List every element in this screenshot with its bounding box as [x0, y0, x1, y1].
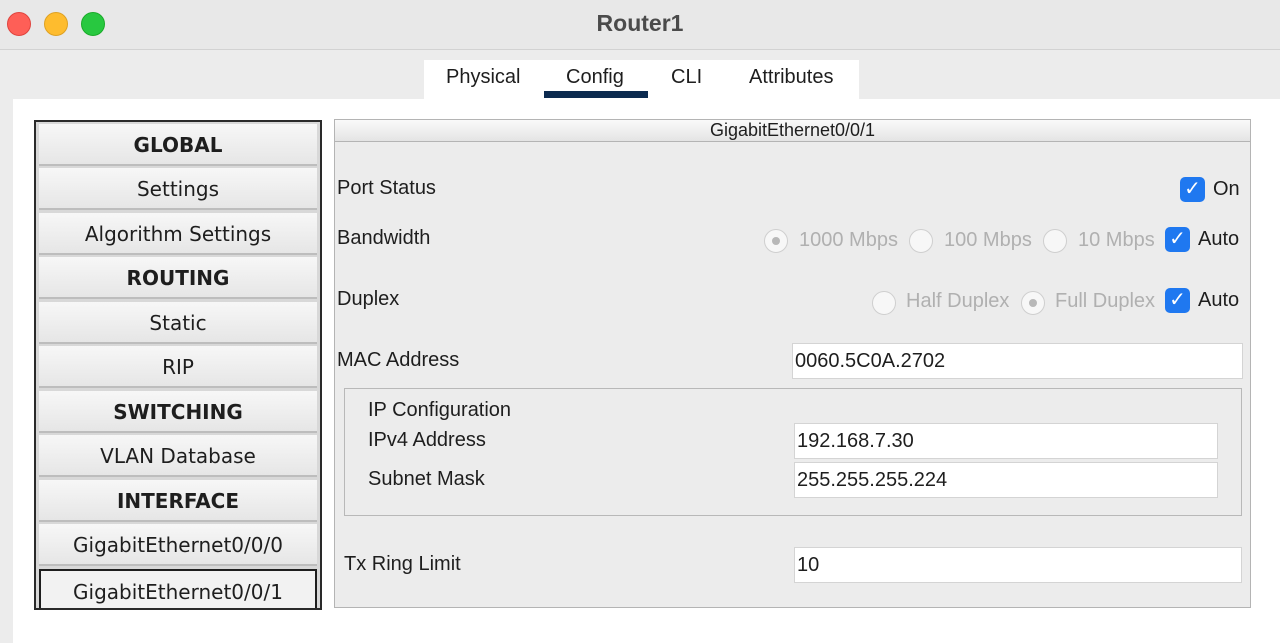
sidebar-item-static[interactable]: Static — [39, 302, 317, 344]
bandwidth-auto-label: Auto — [1198, 228, 1240, 250]
sidebar-item-gigabitethernet-0-0-1[interactable]: GigabitEthernet0/0/1 — [39, 569, 317, 608]
bandwidth-auto-checkbox[interactable]: ✓ — [1165, 227, 1190, 252]
checkmark-icon: ✓ — [1184, 178, 1201, 200]
full-duplex-radio[interactable] — [1021, 291, 1045, 315]
subnet-mask-label: Subnet Mask — [368, 468, 485, 490]
config-sidebar: GLOBAL Settings Algorithm Settings ROUTI… — [34, 120, 322, 610]
window-title: Router1 — [596, 10, 684, 36]
sidebar-header-routing: ROUTING — [39, 257, 317, 299]
bandwidth-100-label: 100 Mbps — [944, 229, 1032, 251]
tx-ring-limit-field[interactable]: 10 — [794, 547, 1242, 583]
sidebar-item-vlan-database[interactable]: VLAN Database — [39, 435, 317, 477]
tab-config[interactable]: Config — [566, 66, 624, 89]
port-status-on-label: On — [1213, 178, 1240, 200]
bandwidth-1000-radio[interactable] — [764, 229, 788, 253]
duplex-label: Duplex — [337, 288, 400, 310]
title-bar: Router1 — [0, 0, 1280, 50]
tx-ring-limit-label: Tx Ring Limit — [344, 553, 461, 575]
duplex-auto-label: Auto — [1198, 289, 1240, 311]
sidebar-header-global: GLOBAL — [39, 124, 317, 166]
sidebar-item-settings[interactable]: Settings — [39, 168, 317, 210]
sidebar-item-gigabitethernet-0-0-0[interactable]: GigabitEthernet0/0/0 — [39, 524, 317, 566]
checkmark-icon: ✓ — [1169, 289, 1186, 311]
active-tab-indicator — [544, 91, 648, 98]
tab-cli[interactable]: CLI — [671, 66, 702, 89]
ipv4-address-field[interactable]: 192.168.7.30 — [794, 423, 1218, 459]
sidebar-item-algorithm-settings[interactable]: Algorithm Settings — [39, 213, 317, 255]
tab-attributes[interactable]: Attributes — [749, 66, 833, 89]
bandwidth-label: Bandwidth — [337, 227, 431, 249]
tab-physical[interactable]: Physical — [446, 66, 520, 89]
bandwidth-10-radio[interactable] — [1043, 229, 1067, 253]
sidebar-item-rip[interactable]: RIP — [39, 346, 317, 388]
ip-configuration-title: IP Configuration — [368, 399, 512, 421]
sidebar-header-interface: INTERFACE — [39, 480, 317, 522]
bandwidth-100-radio[interactable] — [909, 229, 933, 253]
subnet-mask-field[interactable]: 255.255.255.224 — [794, 462, 1218, 498]
port-status-label: Port Status — [337, 177, 436, 199]
panel-title: GigabitEthernet0/0/1 — [335, 120, 1250, 142]
full-duplex-label: Full Duplex — [1055, 290, 1156, 312]
bandwidth-1000-label: 1000 Mbps — [799, 229, 898, 251]
mac-address-field[interactable]: 0060.5C0A.2702 — [792, 343, 1243, 379]
duplex-auto-checkbox[interactable]: ✓ — [1165, 288, 1190, 313]
mac-address-label: MAC Address — [337, 349, 460, 371]
checkmark-icon: ✓ — [1169, 228, 1186, 250]
bandwidth-10-label: 10 Mbps — [1078, 229, 1155, 251]
half-duplex-radio[interactable] — [872, 291, 896, 315]
port-status-checkbox[interactable]: ✓ — [1180, 177, 1205, 202]
ipv4-address-label: IPv4 Address — [368, 429, 486, 451]
sidebar-header-switching: SWITCHING — [39, 391, 317, 433]
half-duplex-label: Half Duplex — [906, 290, 1010, 312]
